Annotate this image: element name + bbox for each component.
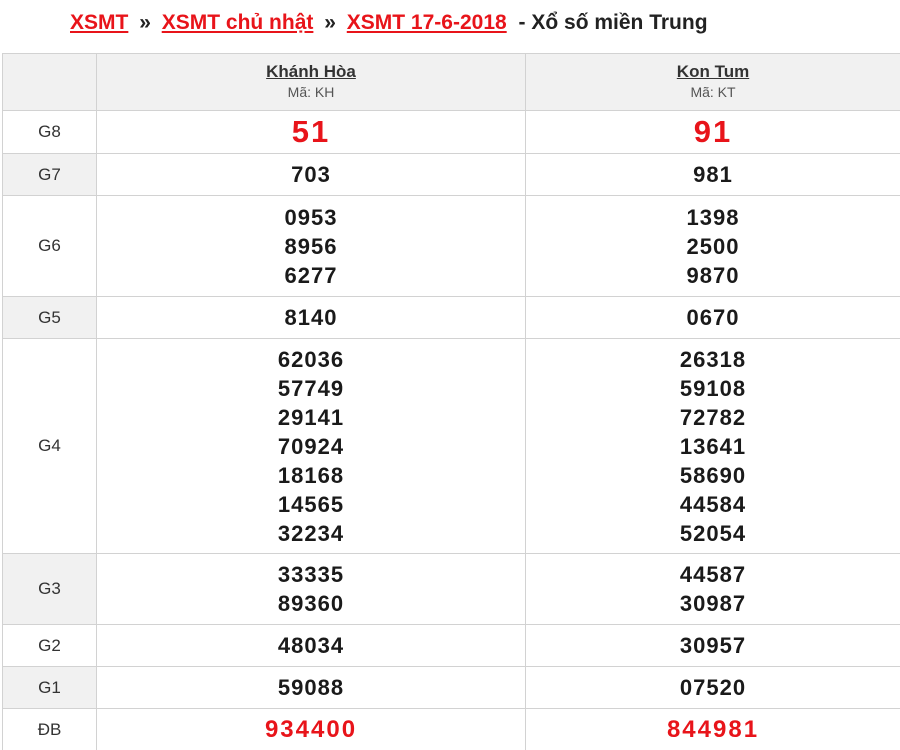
breadcrumb-link-xsmt[interactable]: XSMT <box>70 11 128 34</box>
result-cell: 8140 <box>96 296 526 339</box>
result-number: 07520 <box>679 675 747 700</box>
result-cell: 07520 <box>525 666 900 709</box>
result-number: 32234 <box>277 520 345 546</box>
breadcrumb: XSMT » XSMT chủ nhật » XSMT 17-6-2018 - … <box>0 0 900 48</box>
result-number: 59088 <box>277 675 345 700</box>
result-cell: 48034 <box>96 624 526 667</box>
result-number: 33335 <box>277 562 345 587</box>
result-number: 44587 <box>679 562 747 587</box>
result-number: 9870 <box>686 262 740 288</box>
province-link-khanh-hoa[interactable]: Khánh Hòa <box>97 62 525 82</box>
breadcrumb-link-date[interactable]: XSMT 17-6-2018 <box>347 11 507 34</box>
result-cell: 62036 57749 29141 70924 18168 14565 3223… <box>96 338 526 554</box>
result-number: 57749 <box>277 375 345 401</box>
prize-row-g7: G7 703 981 <box>2 153 900 196</box>
province-code: Mã: KT <box>690 84 736 100</box>
result-cell: 1398 2500 9870 <box>525 195 900 297</box>
result-cell: 33335 89360 <box>96 553 526 625</box>
result-cell: 30957 <box>525 624 900 667</box>
prize-label: G1 <box>2 666 97 709</box>
result-cell: 0670 <box>525 296 900 339</box>
result-number: 89360 <box>277 591 345 616</box>
breadcrumb-link-sunday[interactable]: XSMT chủ nhật <box>162 11 314 34</box>
result-cell: 844981 <box>525 708 900 750</box>
special-prize-number: 844981 <box>666 716 760 743</box>
result-number: 58690 <box>679 462 747 488</box>
breadcrumb-title: - Xổ số miền Trung <box>518 11 708 34</box>
prize-label: G4 <box>2 338 97 554</box>
result-number: 44584 <box>679 491 747 517</box>
prize-label: G5 <box>2 296 97 339</box>
result-number: 6277 <box>284 262 338 288</box>
result-cell: 981 <box>525 153 900 196</box>
prize-label: G2 <box>2 624 97 667</box>
results-table: Khánh Hòa Mã: KH Kon Tum Mã: KT G8 51 91… <box>2 53 900 750</box>
result-number: 30987 <box>679 591 747 616</box>
prize-label: ĐB <box>2 708 97 750</box>
prize-row-g8: G8 51 91 <box>2 110 900 154</box>
result-number: 52054 <box>679 520 747 546</box>
province-header-khanh-hoa: Khánh Hòa Mã: KH <box>96 53 526 111</box>
result-number: 30957 <box>679 633 747 658</box>
result-number: 72782 <box>679 404 747 430</box>
result-number: 70924 <box>277 433 345 459</box>
result-cell: 44587 30987 <box>525 553 900 625</box>
result-number: 703 <box>291 162 331 187</box>
prize-row-g3: G3 33335 89360 44587 30987 <box>2 553 900 625</box>
result-cell: 59088 <box>96 666 526 709</box>
result-number: 26318 <box>679 346 747 372</box>
result-number: 91 <box>693 114 733 149</box>
result-cell: 934400 <box>96 708 526 750</box>
province-link-kon-tum[interactable]: Kon Tum <box>526 62 900 82</box>
result-number: 48034 <box>277 633 345 658</box>
prize-row-g5: G5 8140 0670 <box>2 296 900 339</box>
result-number: 59108 <box>679 375 747 401</box>
prize-row-special: ĐB 934400 844981 <box>2 708 900 750</box>
breadcrumb-separator: » <box>139 11 151 34</box>
prize-label: G3 <box>2 553 97 625</box>
lottery-results-page: XSMT » XSMT chủ nhật » XSMT 17-6-2018 - … <box>0 0 900 750</box>
result-number: 0953 <box>284 204 338 230</box>
breadcrumb-separator: » <box>324 11 336 34</box>
result-number: 62036 <box>277 346 345 372</box>
result-number: 1398 <box>686 204 740 230</box>
result-cell: 26318 59108 72782 13641 58690 44584 5205… <box>525 338 900 554</box>
result-cell: 703 <box>96 153 526 196</box>
result-number: 8956 <box>284 233 338 259</box>
prize-row-g6: G6 0953 8956 6277 1398 2500 9870 <box>2 195 900 297</box>
special-prize-number: 934400 <box>264 716 358 743</box>
prize-label: G7 <box>2 153 97 196</box>
province-code: Mã: KH <box>287 84 335 100</box>
result-number: 2500 <box>686 233 740 259</box>
prize-label: G6 <box>2 195 97 297</box>
result-number: 13641 <box>679 433 747 459</box>
prize-row-g2: G2 48034 30957 <box>2 624 900 667</box>
header-empty-cell <box>2 53 97 111</box>
table-header-row: Khánh Hòa Mã: KH Kon Tum Mã: KT <box>2 53 900 111</box>
result-number: 51 <box>291 114 331 149</box>
result-number: 29141 <box>277 404 345 430</box>
prize-label: G8 <box>2 110 97 154</box>
prize-row-g1: G1 59088 07520 <box>2 666 900 709</box>
result-cell: 51 <box>96 110 526 154</box>
result-number: 14565 <box>277 491 345 517</box>
result-cell: 0953 8956 6277 <box>96 195 526 297</box>
result-number: 0670 <box>686 305 740 330</box>
result-number: 18168 <box>277 462 345 488</box>
result-number: 8140 <box>284 305 338 330</box>
province-header-kon-tum: Kon Tum Mã: KT <box>525 53 900 111</box>
prize-row-g4: G4 62036 57749 29141 70924 18168 14565 3… <box>2 338 900 554</box>
result-cell: 91 <box>525 110 900 154</box>
result-number: 981 <box>693 162 733 187</box>
